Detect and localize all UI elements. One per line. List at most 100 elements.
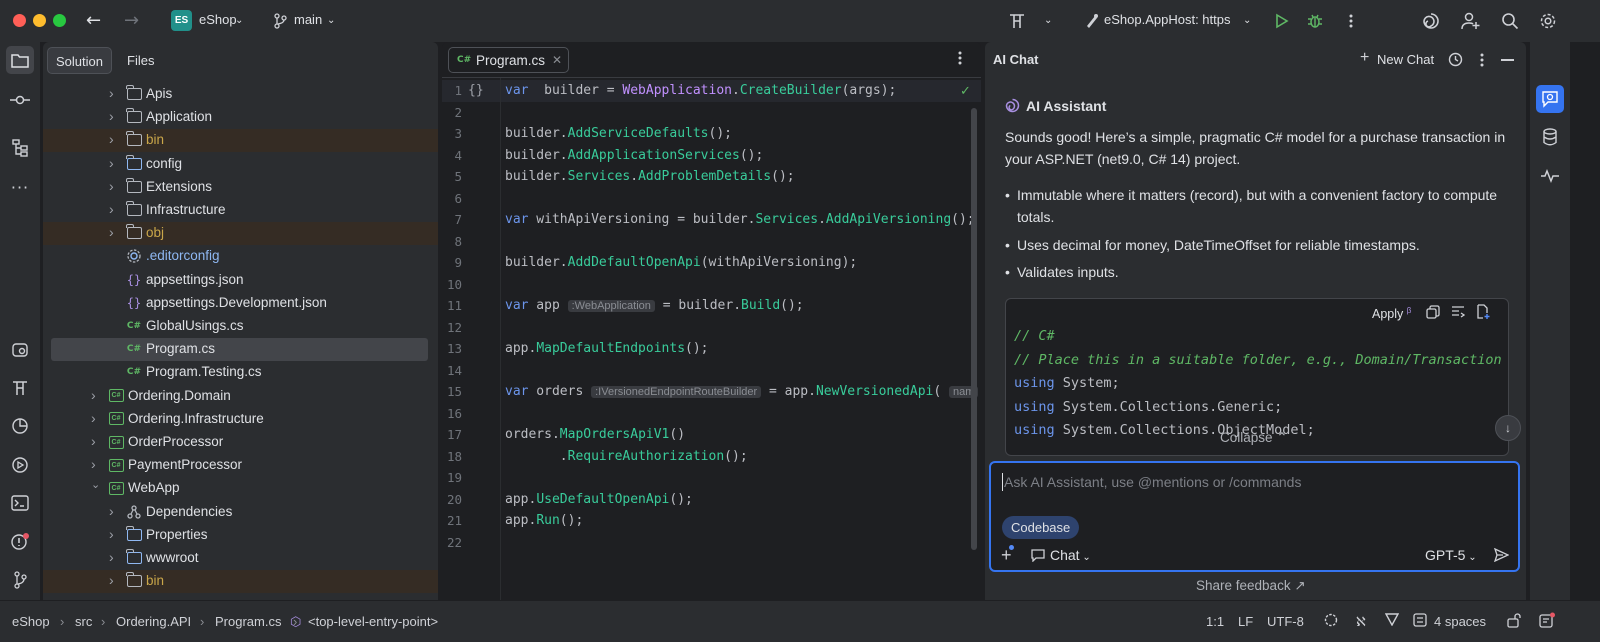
- tree-item[interactable]: {} appsettings.json: [43, 269, 438, 292]
- indent-setting[interactable]: 4 spaces: [1434, 614, 1486, 629]
- code-line[interactable]: 3 builder.AddServiceDefaults();: [442, 123, 981, 145]
- tree-item[interactable]: › C# OrderProcessor: [43, 431, 438, 454]
- tab-files[interactable]: Files: [119, 47, 162, 74]
- chat-input-box[interactable]: Ask AI Assistant, use @mentions or /comm…: [989, 461, 1520, 572]
- editor-scrollbar[interactable]: [971, 108, 977, 550]
- tree-item[interactable]: › Dependencies: [43, 501, 438, 524]
- settings-gear-icon[interactable]: [1538, 11, 1558, 31]
- more-vertical-icon[interactable]: [1341, 11, 1361, 31]
- code-with-me-icon[interactable]: [1007, 11, 1027, 31]
- chevron-right-icon[interactable]: ›: [109, 108, 119, 124]
- tree-item[interactable]: › Properties: [43, 524, 438, 547]
- branch-name[interactable]: main: [294, 12, 322, 27]
- chevron-right-icon[interactable]: ›: [109, 526, 119, 542]
- code-line[interactable]: 17 orders.MapOrdersApiV1(): [442, 424, 981, 446]
- tab-program-cs[interactable]: C# Program.cs ✕: [448, 47, 569, 73]
- run-tool-icon[interactable]: [6, 451, 34, 479]
- git-icon[interactable]: [6, 566, 34, 594]
- chevron-right-icon[interactable]: ›: [109, 201, 119, 217]
- chevron-right-icon[interactable]: ›: [91, 433, 101, 449]
- chevron-down-icon[interactable]: ⌄: [235, 15, 243, 26]
- code-line[interactable]: 1 {} var builder = WebApplication.CreateBu…: [442, 80, 981, 102]
- services-icon[interactable]: [6, 336, 34, 364]
- ai-assistant-icon[interactable]: [1421, 11, 1441, 31]
- code-line[interactable]: 21 app.Run();: [442, 510, 981, 532]
- tree-item[interactable]: › Infrastructure: [43, 199, 438, 222]
- run-configuration[interactable]: eShop.AppHost: https: [1104, 12, 1230, 27]
- chat-input-placeholder[interactable]: Ask AI Assistant, use @mentions or /comm…: [1004, 474, 1301, 490]
- chat-mode-select[interactable]: Chat ⌄: [1050, 547, 1091, 563]
- share-feedback-link[interactable]: Share feedback ↗: [1196, 578, 1306, 594]
- inspection-triangle-icon[interactable]: [1384, 613, 1400, 629]
- ai-chat-tool-icon[interactable]: [1536, 85, 1564, 113]
- text-tool-icon[interactable]: [6, 374, 34, 402]
- code-line[interactable]: 8: [442, 231, 981, 253]
- breadcrumb-item[interactable]: Ordering.API: [116, 614, 191, 629]
- code-line[interactable]: 13 app.MapDefaultEndpoints();: [442, 338, 981, 360]
- breadcrumb-item[interactable]: src: [75, 614, 92, 629]
- chevron-right-icon[interactable]: ›: [109, 131, 119, 147]
- tree-item[interactable]: › bin: [43, 129, 438, 153]
- code-line[interactable]: 12: [442, 317, 981, 339]
- terminal-icon[interactable]: [6, 489, 34, 517]
- chevron-right-icon[interactable]: ›: [109, 503, 119, 519]
- gutter-mark[interactable]: {}: [468, 80, 484, 102]
- code-line[interactable]: 16: [442, 403, 981, 425]
- tree-item[interactable]: C# GlobalUsings.cs: [43, 315, 438, 338]
- breadcrumb-item[interactable]: eShop: [12, 614, 50, 629]
- tab-solution[interactable]: Solution: [47, 47, 112, 74]
- add-context-icon[interactable]: +: [1001, 545, 1014, 566]
- new-file-icon[interactable]: [1476, 304, 1490, 323]
- new-chat-button[interactable]: New Chat: [1377, 52, 1434, 67]
- forward-arrow-icon[interactable]: →: [124, 10, 139, 31]
- collapse-button[interactable]: Collapse ⌃: [1220, 430, 1288, 446]
- unlock-icon[interactable]: [1507, 613, 1521, 631]
- project-badge[interactable]: ES: [171, 10, 192, 31]
- tree-item[interactable]: › Extensions: [43, 176, 438, 199]
- tree-item[interactable]: › bin: [43, 570, 438, 594]
- code-line[interactable]: 14: [442, 360, 981, 382]
- branch-icon[interactable]: [270, 11, 290, 31]
- debug-icon[interactable]: [1305, 11, 1325, 31]
- code-line[interactable]: 6: [442, 188, 981, 210]
- chevron-down-icon[interactable]: ⌄: [1243, 15, 1251, 26]
- code-line[interactable]: 11 var app :WebApplication = builder.Buil…: [442, 295, 981, 317]
- close-tab-icon[interactable]: ✕: [552, 53, 562, 67]
- project-tool-button[interactable]: [6, 46, 34, 74]
- code-line[interactable]: 2: [442, 102, 981, 124]
- commit-icon[interactable]: [6, 86, 34, 114]
- more-vertical-icon[interactable]: [1480, 52, 1484, 71]
- tree-item[interactable]: C# Program.cs: [43, 338, 438, 362]
- tree-item[interactable]: C# Program.Testing.cs: [43, 361, 438, 384]
- chevron-right-icon[interactable]: ›: [109, 572, 119, 588]
- minimize-panel-icon[interactable]: [1501, 59, 1514, 61]
- tree-item[interactable]: ⌄ C# WebApp: [43, 477, 438, 500]
- code-line[interactable]: 18 .RequireAuthorization();: [442, 446, 981, 468]
- tree-item[interactable]: › config: [43, 153, 438, 176]
- line-ending[interactable]: LF: [1238, 614, 1253, 629]
- breadcrumb-item[interactable]: <top-level-entry-point>: [308, 614, 438, 629]
- code-line[interactable]: 19: [442, 467, 981, 489]
- notifications-icon[interactable]: [1539, 612, 1555, 631]
- tree-item[interactable]: {} appsettings.Development.json: [43, 292, 438, 315]
- search-icon[interactable]: [1500, 11, 1520, 31]
- breadcrumb-item[interactable]: Program.cs: [215, 614, 281, 629]
- apply-button[interactable]: Apply β: [1372, 306, 1411, 321]
- code-style-icon[interactable]: ℵ: [1356, 614, 1366, 630]
- tree-item[interactable]: .editorconfig: [43, 245, 438, 268]
- chevron-down-icon[interactable]: ⌄: [327, 15, 335, 26]
- code-line[interactable]: 5 builder.Services.AddProblemDetails();: [442, 166, 981, 188]
- file-encoding[interactable]: UTF-8: [1267, 614, 1304, 629]
- chevron-right-icon[interactable]: ›: [91, 410, 101, 426]
- model-select[interactable]: GPT-5 ⌄: [1425, 547, 1477, 563]
- code-line[interactable]: 9 builder.AddDefaultOpenApi(withApiVersio…: [442, 252, 981, 274]
- database-icon[interactable]: [1536, 123, 1564, 151]
- chevron-down-icon[interactable]: ⌄: [1044, 15, 1052, 26]
- code-line[interactable]: 7 var withApiVersioning = builder.Service…: [442, 209, 981, 231]
- tree-item[interactable]: › wwwroot: [43, 547, 438, 570]
- zoom-window-button[interactable]: [53, 14, 66, 27]
- run-icon[interactable]: [1272, 11, 1292, 31]
- code-line[interactable]: 4 builder.AddApplicationServices();: [442, 145, 981, 167]
- caret-position[interactable]: 1:1: [1206, 614, 1224, 629]
- problems-icon[interactable]: [6, 528, 34, 556]
